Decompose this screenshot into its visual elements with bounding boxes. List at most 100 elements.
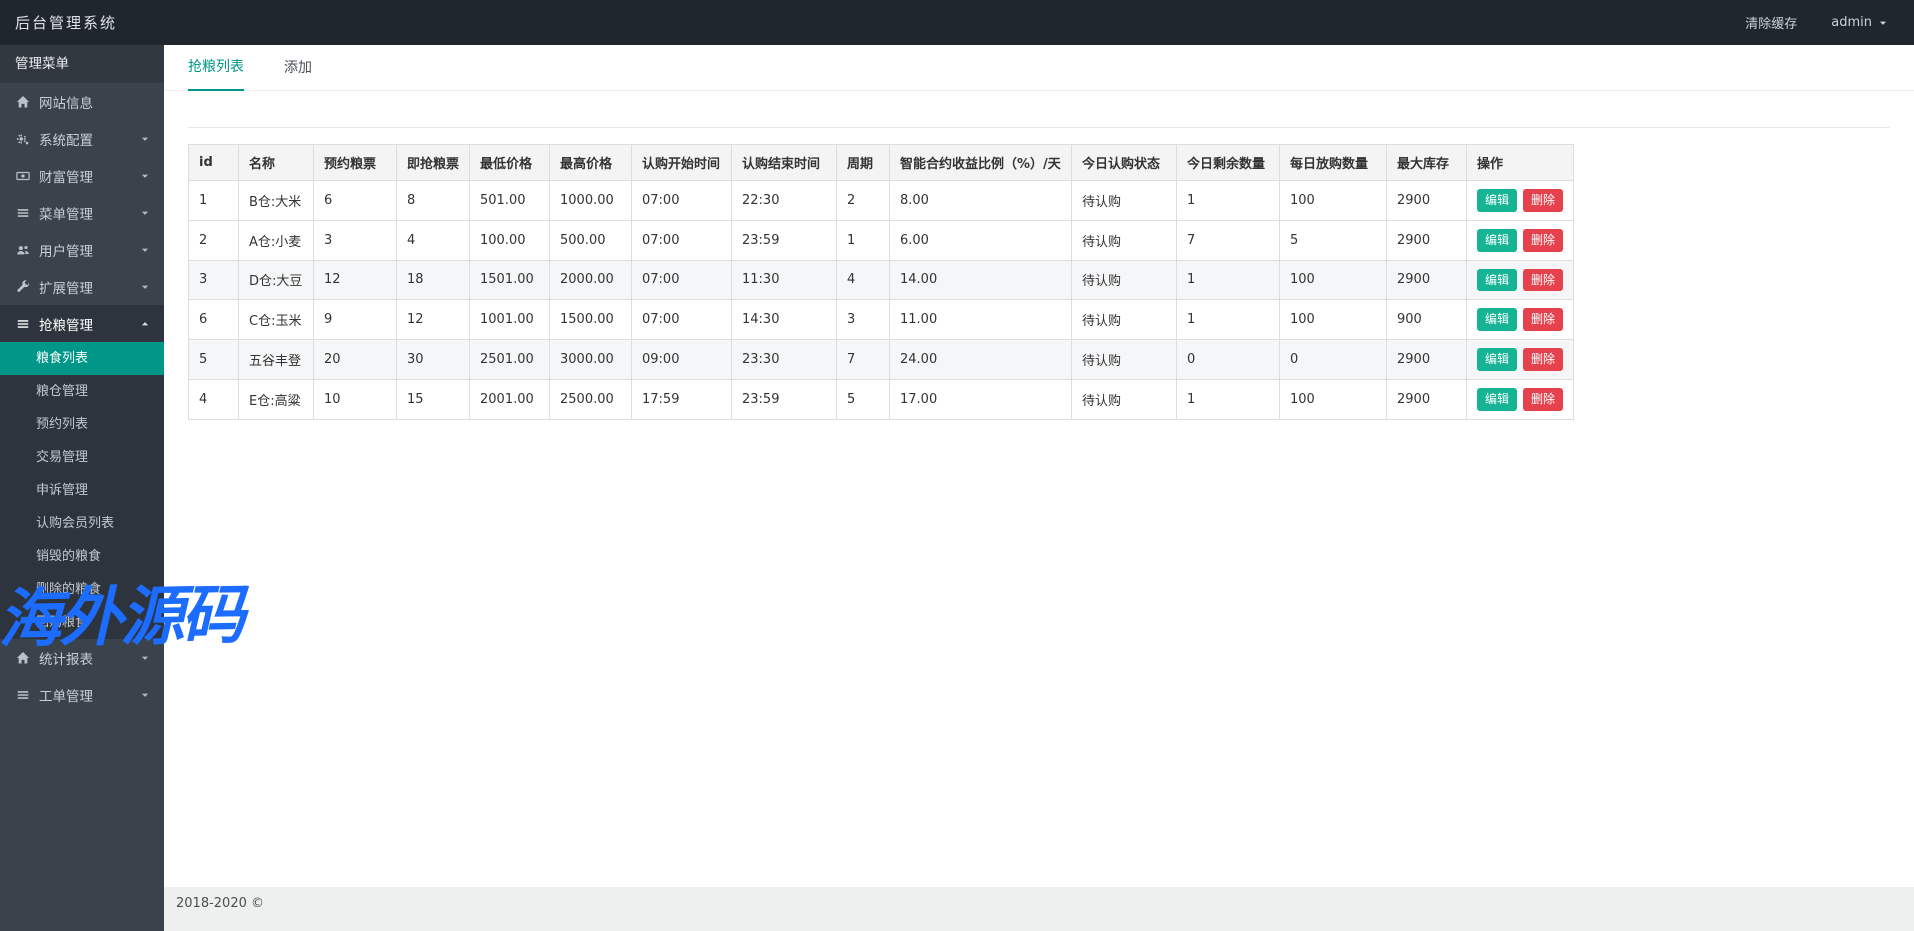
submenu-item[interactable]: 申诉管理 bbox=[0, 474, 164, 507]
sidebar-item-label: 抢粮管理 bbox=[39, 314, 93, 334]
sidebar-item-label: 网站信息 bbox=[39, 92, 93, 112]
table-cell: 100 bbox=[1280, 379, 1387, 419]
grain-table: id名称预约粮票即抢粮票最低价格最高价格认购开始时间认购结束时间周期智能合约收益… bbox=[188, 144, 1574, 420]
table-cell: 12 bbox=[314, 260, 397, 300]
column-header: 认购结束时间 bbox=[732, 145, 837, 181]
edit-button[interactable]: 编辑 bbox=[1477, 388, 1517, 411]
table-cell: 501.00 bbox=[470, 181, 550, 221]
delete-button[interactable]: 删除 bbox=[1523, 388, 1563, 411]
table-cell: 0 bbox=[1280, 340, 1387, 380]
table-cell: 100 bbox=[1280, 300, 1387, 340]
table-cell: 18 bbox=[397, 260, 470, 300]
table-cell: 2900 bbox=[1387, 181, 1467, 221]
column-header: 最高价格 bbox=[550, 145, 632, 181]
table-cell: 2500.00 bbox=[550, 379, 632, 419]
table-cell: 15 bbox=[397, 379, 470, 419]
submenu-item[interactable]: 删除的粮食 bbox=[0, 573, 164, 606]
table-cell: 五谷丰登 bbox=[239, 340, 314, 380]
submenu-item[interactable]: 粮仓管理 bbox=[0, 375, 164, 408]
table-cell: 5 bbox=[1280, 220, 1387, 260]
table-cell: 2001.00 bbox=[470, 379, 550, 419]
table-cell: 23:59 bbox=[732, 379, 837, 419]
table-body: 1B仓:大米68501.001000.0007:0022:3028.00待认购1… bbox=[189, 181, 1574, 420]
delete-button[interactable]: 删除 bbox=[1523, 229, 1563, 252]
table-cell: 6 bbox=[189, 300, 239, 340]
money-icon bbox=[15, 169, 30, 183]
table-cell: 500.00 bbox=[550, 220, 632, 260]
table-cell: 待认购 bbox=[1072, 220, 1177, 260]
delete-button[interactable]: 删除 bbox=[1523, 348, 1563, 371]
sidebar-item[interactable]: 工单管理 bbox=[0, 676, 164, 713]
table-cell: 14.00 bbox=[890, 260, 1072, 300]
table-cell: 待认购 bbox=[1072, 379, 1177, 419]
delete-button[interactable]: 删除 bbox=[1523, 189, 1563, 212]
table-cell: 07:00 bbox=[632, 260, 732, 300]
page-footer: 2018-2020 © bbox=[164, 887, 1914, 931]
column-header: 智能合约收益比例（%）/天 bbox=[890, 145, 1072, 181]
tab-item[interactable]: 添加 bbox=[284, 57, 312, 90]
table-cell: 4 bbox=[837, 260, 890, 300]
column-header: 最大库存 bbox=[1387, 145, 1467, 181]
main-panel: 抢粮列表 添加 id名称预约粮票即抢粮票最低价格最高价格认购开始时间认购结束时间周… bbox=[164, 45, 1914, 931]
submenu-item[interactable]: 认购会员列表 bbox=[0, 507, 164, 540]
gears-icon bbox=[15, 132, 30, 146]
edit-button[interactable]: 编辑 bbox=[1477, 269, 1517, 292]
edit-button[interactable]: 编辑 bbox=[1477, 229, 1517, 252]
sidebar-item[interactable]: 用户管理 bbox=[0, 231, 164, 268]
clear-cache-link[interactable]: 清除缓存 bbox=[1745, 13, 1797, 32]
sidebar-item[interactable]: 网站信息 bbox=[0, 83, 164, 120]
table-cell: 07:00 bbox=[632, 181, 732, 221]
edit-button[interactable]: 编辑 bbox=[1477, 308, 1517, 331]
submenu-item[interactable]: 回购粮食 bbox=[0, 606, 164, 639]
sidebar-item-label: 财富管理 bbox=[39, 166, 93, 186]
table-cell: 待认购 bbox=[1072, 300, 1177, 340]
submenu-item[interactable]: 交易管理 bbox=[0, 441, 164, 474]
table-cell: 1 bbox=[189, 181, 239, 221]
home-icon bbox=[15, 651, 30, 665]
sidebar: 管理菜单 网站信息系统配置财富管理菜单管理用户管理扩展管理抢粮管理粮食列表粮仓管… bbox=[0, 45, 164, 931]
chevron-down-icon bbox=[1878, 18, 1888, 28]
actions-cell: 编辑删除 bbox=[1467, 300, 1574, 340]
column-header: 认购开始时间 bbox=[632, 145, 732, 181]
sidebar-item[interactable]: 财富管理 bbox=[0, 157, 164, 194]
sidebar-item[interactable]: 系统配置 bbox=[0, 120, 164, 157]
column-header: id bbox=[189, 145, 239, 181]
edit-button[interactable]: 编辑 bbox=[1477, 189, 1517, 212]
table-cell: 2900 bbox=[1387, 220, 1467, 260]
sidebar-item[interactable]: 抢粮管理 bbox=[0, 305, 164, 342]
menu-icon bbox=[15, 688, 30, 702]
delete-button[interactable]: 删除 bbox=[1523, 308, 1563, 331]
table-head: id名称预约粮票即抢粮票最低价格最高价格认购开始时间认购结束时间周期智能合约收益… bbox=[189, 145, 1574, 181]
submenu-item[interactable]: 预约列表 bbox=[0, 408, 164, 441]
caret-down-icon bbox=[137, 245, 152, 255]
tab-item[interactable]: 抢粮列表 bbox=[188, 56, 244, 91]
edit-button[interactable]: 编辑 bbox=[1477, 348, 1517, 371]
sidebar-nav: 网站信息系统配置财富管理菜单管理用户管理扩展管理抢粮管理粮食列表粮仓管理预约列表… bbox=[0, 83, 164, 713]
delete-button[interactable]: 删除 bbox=[1523, 269, 1563, 292]
sidebar-item[interactable]: 统计报表 bbox=[0, 639, 164, 676]
table-row: 4E仓:高粱10152001.002500.0017:5923:59517.00… bbox=[189, 379, 1574, 419]
table-cell: 8.00 bbox=[890, 181, 1072, 221]
table-cell: 23:30 bbox=[732, 340, 837, 380]
table-cell: 0 bbox=[1177, 340, 1280, 380]
table-cell: 3000.00 bbox=[550, 340, 632, 380]
caret-down-icon bbox=[137, 690, 152, 700]
table-cell: D仓:大豆 bbox=[239, 260, 314, 300]
caret-down-icon bbox=[137, 208, 152, 218]
table-cell: 24.00 bbox=[890, 340, 1072, 380]
submenu-item[interactable]: 粮食列表 bbox=[0, 342, 164, 375]
table-cell: 17:59 bbox=[632, 379, 732, 419]
caret-down-icon bbox=[137, 171, 152, 181]
column-header: 名称 bbox=[239, 145, 314, 181]
actions-cell: 编辑删除 bbox=[1467, 220, 1574, 260]
admin-dropdown[interactable]: admin bbox=[1831, 15, 1888, 30]
sidebar-item[interactable]: 菜单管理 bbox=[0, 194, 164, 231]
table-row: 5五谷丰登20302501.003000.0009:0023:30724.00待… bbox=[189, 340, 1574, 380]
table-cell: 9 bbox=[314, 300, 397, 340]
menu-icon bbox=[15, 317, 30, 331]
table-cell: 2900 bbox=[1387, 379, 1467, 419]
sidebar-item-label: 扩展管理 bbox=[39, 277, 93, 297]
submenu-item[interactable]: 销毁的粮食 bbox=[0, 540, 164, 573]
table-cell: 2900 bbox=[1387, 340, 1467, 380]
sidebar-item[interactable]: 扩展管理 bbox=[0, 268, 164, 305]
